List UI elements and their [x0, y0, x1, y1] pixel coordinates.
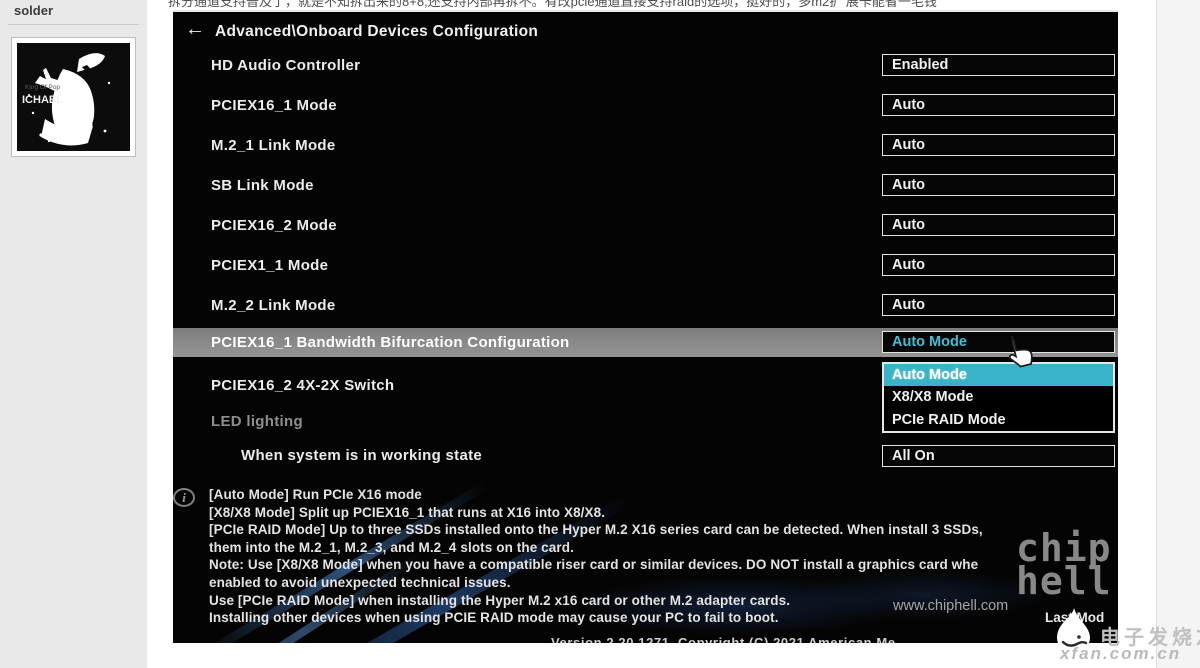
bios-top-border [173, 10, 1118, 12]
hand-cursor-icon [1008, 335, 1033, 368]
bios-value-box[interactable]: Auto [882, 134, 1115, 156]
sidebar: solder King Of Pop ICHAEL [0, 0, 147, 668]
sidebar-username: solder [14, 3, 54, 18]
chiphell-logo: chip hell [1016, 529, 1112, 604]
chiphell-url-watermark: www.chiphell.com [893, 598, 1009, 614]
bios-value-box[interactable]: Auto [882, 254, 1115, 276]
bios-value-box[interactable]: Auto [882, 174, 1115, 196]
bios-version-line: Version 2.20.1271. Copyright (C) 2021 Am… [551, 635, 896, 643]
bifurcation-row-label[interactable]: PCIEX16_1 Bandwidth Bifurcation Configur… [211, 334, 570, 351]
bios-subrow-label[interactable]: When system is in working state [241, 447, 482, 464]
bios-value-box[interactable]: Enabled [882, 54, 1115, 76]
bios-row-label[interactable]: PCIEX1_1 Mode [211, 257, 328, 274]
bios-row-label[interactable]: PCIEX16_1 Mode [211, 97, 337, 114]
avatar-caption-small: King Of Pop [25, 84, 60, 91]
help-line: [Auto Mode] Run PCIe X16 mode [209, 487, 422, 502]
bios-value-box[interactable]: Auto [882, 214, 1115, 236]
bios-row-label[interactable]: PCIEX16_2 4X-2X Switch [211, 377, 394, 394]
bios-row-label[interactable]: HD Audio Controller [211, 57, 360, 74]
avatar[interactable]: King Of Pop ICHAEL [11, 37, 136, 157]
help-line: Note: Use [X8/X8 Mode] when you have a c… [209, 557, 979, 573]
right-page-panel [1156, 0, 1200, 668]
bios-row-label[interactable]: SB Link Mode [211, 177, 314, 194]
avatar-art: King Of Pop ICHAEL [17, 43, 130, 151]
help-line: [X8/X8 Mode] Split up PCIEX16_1 that run… [209, 504, 606, 520]
bios-row-label[interactable]: M.2_2 Link Mode [211, 297, 336, 314]
help-line: [PCIe RAID Mode] Up to three SSDs instal… [209, 522, 983, 538]
bios-value-box[interactable]: Auto [882, 94, 1115, 116]
dropdown-option[interactable]: X8/X8 Mode [884, 386, 1113, 408]
avatar-caption-large: ICHAEL [22, 94, 63, 106]
elecfans-domain-watermark: xfan.com.cn [1060, 644, 1182, 663]
bifurcation-dropdown[interactable]: Auto Mode X8/X8 Mode PCIe RAID Mode [882, 362, 1115, 433]
bios-row-label[interactable]: M.2_1 Link Mode [211, 137, 336, 154]
bios-value-box[interactable]: All On [882, 445, 1115, 467]
info-icon: i [173, 488, 195, 507]
bios-screenshot: ← Advanced\Onboard Devices Configuration… [173, 10, 1118, 643]
sidebar-divider [8, 24, 139, 25]
help-line: enabled to avoid unexpected technical is… [209, 574, 511, 590]
help-line: them into the M.2_1, M.2_3, and M.2_4 sl… [209, 539, 574, 555]
dropdown-option[interactable]: PCIe RAID Mode [884, 409, 1113, 431]
bios-row-label-disabled: LED lighting [211, 413, 303, 430]
back-arrow-icon[interactable]: ← [185, 18, 205, 41]
bios-row-label[interactable]: PCIEX16_2 Mode [211, 217, 337, 234]
bios-value-box[interactable]: Auto [882, 294, 1115, 316]
chiphell-logo-line: hell [1016, 559, 1112, 604]
bios-page-title: Advanced\Onboard Devices Configuration [215, 23, 539, 40]
forum-comment-text: 拆分通道支持普及了，就是不知拆出来的8+8,还支持内部再拆不。有改pcie通道直… [168, 0, 937, 9]
